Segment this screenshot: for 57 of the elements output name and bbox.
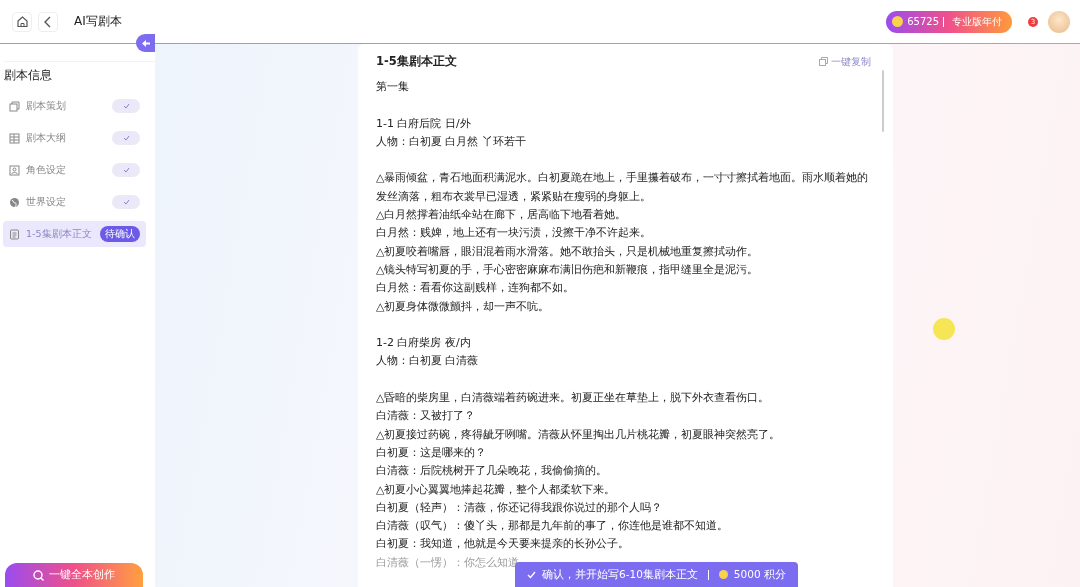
script-line: 第一集 — [376, 79, 410, 95]
document-icon — [9, 228, 20, 240]
home-icon — [15, 15, 29, 28]
cards-icon — [9, 100, 20, 112]
globe-icon — [9, 196, 20, 208]
script-line: 白月然：贱婢，地上还有一块污渍，没擦干净不许起来。 — [376, 225, 652, 242]
document-title: 1-5集剧本正文 — [376, 54, 458, 69]
script-line: 白初夏（轻声）：清薇，你还记得我跟你说过的那个人吗？ — [376, 499, 663, 516]
script-line: 白清薇：后院桃树开了几朵晚花，我偷偷摘的。 — [376, 463, 608, 480]
script-line: △镜头特写初夏的手，手心密密麻麻布满旧伤疤和新鞭痕，指甲缝里全是泥污。 — [376, 261, 760, 278]
check-icon — [112, 99, 140, 113]
script-line: △初夏身体微微颤抖，却一声不吭。 — [376, 298, 551, 315]
confirm-button[interactable]: 确认，并开始写6-10集剧本正文 5000 积分 — [515, 562, 798, 587]
coin-icon — [892, 16, 904, 27]
sidebar-item[interactable]: 角色设定 — [3, 157, 146, 183]
script-line: 人物：白初夏 白月然 丫环若干 — [376, 133, 527, 150]
membership-pill[interactable]: 65725 专业版年付 — [886, 10, 1012, 33]
script-line: 人物：白初夏 白清薇 — [376, 353, 480, 370]
magnifier-icon — [33, 569, 44, 581]
sidebar-item[interactable]: 1-5集剧本正文 待确认 — [3, 221, 146, 247]
status-badge: 待确认 — [100, 226, 140, 242]
back-icon — [43, 15, 53, 28]
script-line: △初夏小心翼翼地捧起花瓣，整个人都柔软下来。 — [376, 481, 617, 498]
sidebar-item[interactable]: 世界设定 — [3, 189, 146, 215]
script-line: △初夏咬着嘴唇，眼泪混着雨水滑落。她不敢抬头，只是机械地重复擦拭动作。 — [376, 243, 760, 260]
coin-icon — [718, 570, 728, 579]
check-icon — [112, 131, 140, 145]
script-line: 白清薇（叹气）：傻丫头，那都是九年前的事了，你连他是谁都不知道。 — [376, 518, 729, 535]
sidebar-item[interactable]: 剧本策划 — [3, 93, 146, 119]
script-line: △昏暗的柴房里，白清薇端着药碗进来。初夏正坐在草垫上，脱下外衣查看伤口。 — [376, 390, 771, 407]
collapse-sidebar-button[interactable] — [136, 34, 155, 52]
script-line: 1-2 白府柴房 夜/内 — [376, 335, 472, 352]
plan-label: 专业版年付 — [952, 14, 1002, 29]
copy-icon — [819, 57, 828, 66]
script-line: 白清薇：又被打了？ — [376, 408, 476, 425]
check-icon — [527, 570, 536, 579]
check-icon — [112, 163, 140, 177]
script-line: 白初夏：这是哪来的？ — [376, 444, 487, 461]
outline-icon — [9, 132, 20, 144]
script-line: 白初夏：我知道，他就是今天要来提亲的长孙公子。 — [376, 536, 630, 553]
script-line: 1-1 白府后院 日/外 — [376, 115, 472, 132]
points-balance: 65725 — [907, 16, 939, 27]
home-button[interactable] — [12, 11, 32, 32]
arrow-left-icon — [141, 39, 150, 47]
create-all-button[interactable]: 一键全本创作 — [5, 563, 143, 587]
script-line: △暴雨倾盆，青石地面积满泥水。白初夏跪在地上，手里攥着破布，一寸寸擦拭着地面。雨水顺着她的发丝滴落，粗布衣裳早已湿透，紧紧贴在瘦弱的身躯上。 — [376, 170, 870, 205]
script-line: 白月然：看看你这副贱样，连狗都不如。 — [376, 280, 575, 297]
back-button[interactable] — [38, 11, 58, 32]
copy-button[interactable]: 一键复制 — [819, 54, 871, 69]
scrollbar[interactable] — [882, 70, 884, 132]
sidebar-item[interactable]: 剧本大纲 — [3, 125, 146, 151]
cursor-highlight — [933, 318, 955, 340]
page-title: AI写剧本 — [74, 13, 122, 30]
script-line: △初夏接过药碗，疼得龇牙咧嘴。清薇从怀里掏出几片桃花瓣，初夏眼神突然亮了。 — [376, 426, 782, 443]
check-icon — [112, 195, 140, 209]
portrait-icon — [9, 164, 20, 176]
script-line: △白月然撑着油纸伞站在廊下，居高临下地看着她。 — [376, 207, 628, 224]
